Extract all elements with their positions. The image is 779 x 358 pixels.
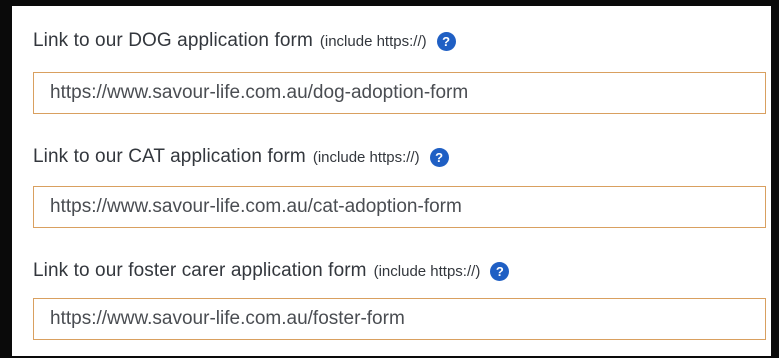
dog-form-label-row: Link to our DOG application form (includ… [33, 28, 772, 54]
foster-form-hint: (include https://) [373, 262, 481, 280]
cat-form-hint: (include https://) [312, 148, 420, 166]
foster-form-link-field: Link to our foster carer application for… [33, 258, 772, 340]
dog-form-label: Link to our DOG application form [33, 30, 313, 51]
dog-form-url-input[interactable] [33, 72, 766, 114]
foster-form-url-input[interactable] [33, 298, 766, 340]
help-icon[interactable]: ? [429, 147, 449, 167]
help-icon[interactable]: ? [490, 261, 510, 281]
cat-form-label-row: Link to our CAT application form (includ… [33, 144, 772, 170]
cat-form-link-field: Link to our CAT application form (includ… [33, 144, 772, 228]
dog-form-link-field: Link to our DOG application form (includ… [33, 28, 772, 114]
foster-form-label-row: Link to our foster carer application for… [33, 258, 772, 284]
dog-form-hint: (include https://) [319, 32, 427, 50]
foster-form-label: Link to our foster carer application for… [33, 260, 367, 281]
cat-form-url-input[interactable] [33, 186, 766, 228]
help-icon[interactable]: ? [436, 31, 456, 51]
form-frame: Link to our DOG application form (includ… [0, 0, 779, 358]
cat-form-label: Link to our CAT application form [33, 146, 306, 167]
